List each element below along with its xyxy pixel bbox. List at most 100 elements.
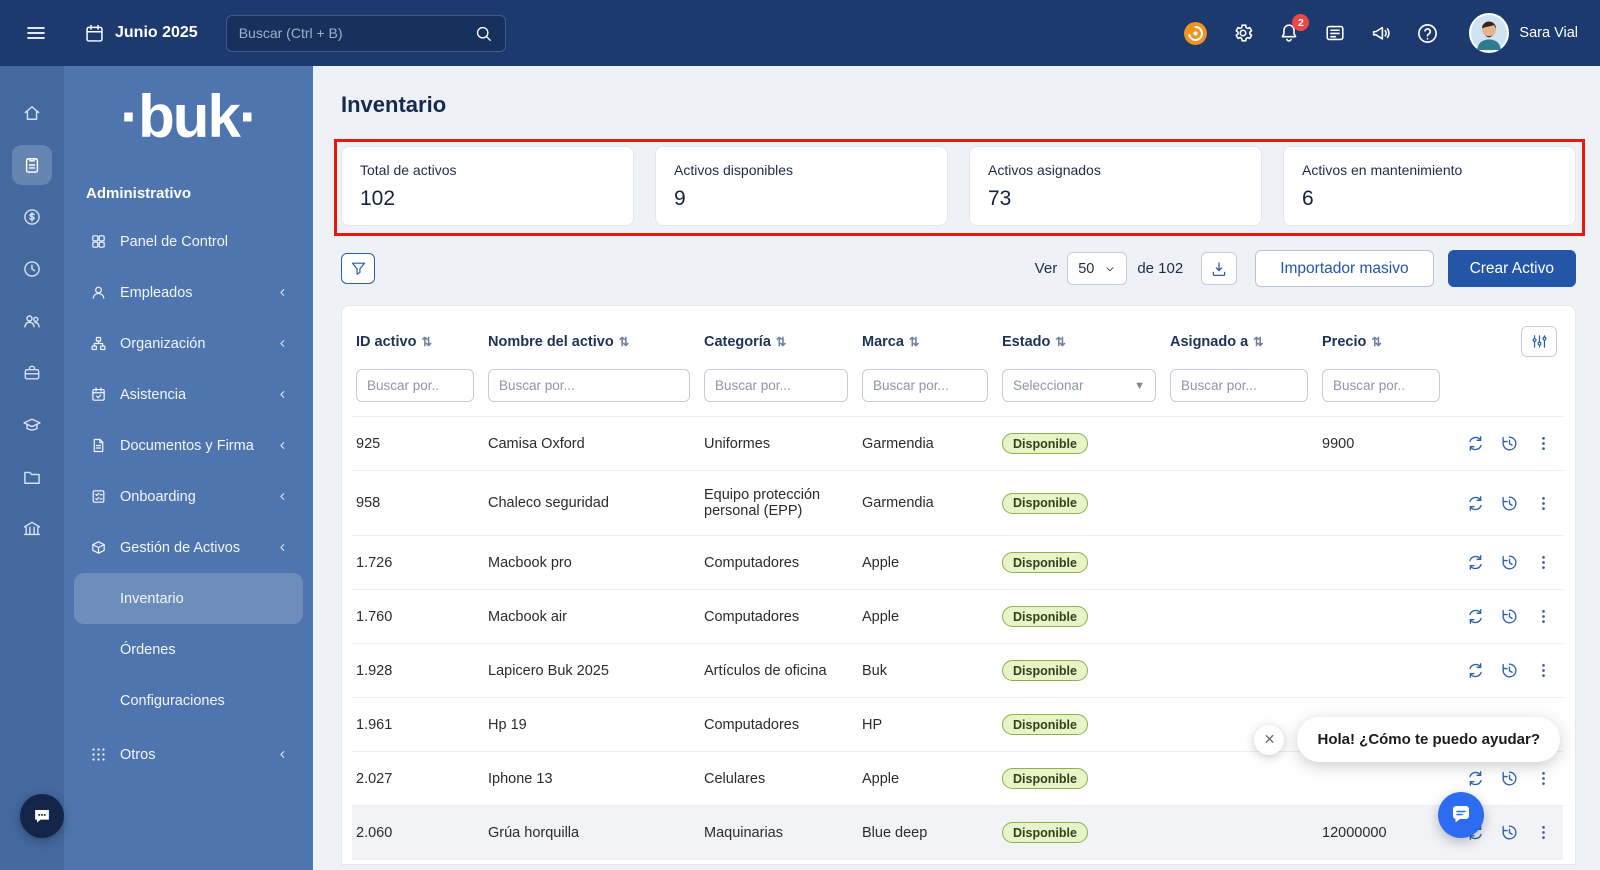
- history-icon: [1500, 661, 1519, 680]
- column-header-id[interactable]: ID activo⇅: [352, 310, 484, 369]
- history-icon: [1500, 769, 1519, 788]
- graduation-cap-icon: [22, 415, 42, 435]
- filter-input-precio[interactable]: [1322, 369, 1440, 402]
- cell-price: [1318, 471, 1450, 536]
- table-row[interactable]: 2.060Grúa horquillaMaquinariasBlue deepD…: [352, 806, 1563, 860]
- row-menu-button[interactable]: [1534, 607, 1553, 626]
- refresh-icon: [1466, 434, 1485, 453]
- kebab-menu-icon: [1534, 823, 1553, 842]
- announcements-button[interactable]: [1370, 22, 1392, 44]
- filter-input-asignado[interactable]: [1170, 369, 1308, 402]
- history-button[interactable]: [1500, 607, 1519, 626]
- hamburger-menu-button[interactable]: [24, 21, 48, 45]
- package-icon: [90, 539, 107, 556]
- create-asset-button[interactable]: Crear Activo: [1448, 250, 1576, 287]
- support-launcher-button[interactable]: [20, 794, 64, 838]
- row-menu-button[interactable]: [1534, 661, 1553, 680]
- column-header-nombre[interactable]: Nombre del activo⇅: [484, 310, 700, 369]
- change-status-button[interactable]: [1466, 607, 1485, 626]
- rail-item-education[interactable]: [12, 405, 52, 445]
- cell-category: Computadores: [700, 698, 858, 752]
- row-menu-button[interactable]: [1534, 434, 1553, 453]
- rail-item-time[interactable]: [12, 249, 52, 289]
- table-row[interactable]: 1.726Macbook proComputadoresAppleDisponi…: [352, 536, 1563, 590]
- rail-item-people[interactable]: [12, 301, 52, 341]
- change-status-button[interactable]: [1466, 494, 1485, 513]
- row-menu-button[interactable]: [1534, 553, 1553, 572]
- row-menu-button[interactable]: [1534, 494, 1553, 513]
- settings-button[interactable]: [1232, 22, 1254, 44]
- change-status-button[interactable]: [1466, 434, 1485, 453]
- filter-input-nombre[interactable]: [488, 369, 690, 402]
- change-status-button[interactable]: [1466, 769, 1485, 788]
- rail-item-payroll[interactable]: [12, 197, 52, 237]
- sidebar-item-label: Gestión de Activos: [120, 540, 240, 556]
- user-menu[interactable]: Sara Vial: [1469, 13, 1578, 53]
- column-header-estado[interactable]: Estado⇅: [998, 310, 1166, 369]
- rail-item-home[interactable]: [12, 93, 52, 133]
- rail-item-briefcase[interactable]: [12, 353, 52, 393]
- column-header-asignado[interactable]: Asignado a⇅: [1166, 310, 1318, 369]
- change-status-button[interactable]: [1466, 553, 1485, 572]
- row-actions: [1454, 661, 1557, 680]
- sidebar-item-documentos-y-firma[interactable]: Documentos y Firma: [64, 420, 313, 471]
- filter-select-estado[interactable]: Seleccionar▼: [1002, 369, 1156, 402]
- table-header-row: ID activo⇅ Nombre del activo⇅ Categoría⇅…: [352, 310, 1563, 369]
- news-button[interactable]: [1324, 22, 1346, 44]
- global-search-input[interactable]: [239, 25, 474, 41]
- sidebar-item-organizacion[interactable]: Organización: [64, 318, 313, 369]
- filter-input-id[interactable]: [356, 369, 474, 402]
- sidebar-item-asistencia[interactable]: Asistencia: [64, 369, 313, 420]
- cell-price: [1318, 590, 1450, 644]
- table-row[interactable]: 1.760Macbook airComputadoresAppleDisponi…: [352, 590, 1563, 644]
- user-name: Sara Vial: [1519, 25, 1578, 41]
- table-row[interactable]: 925Camisa OxfordUniformesGarmendiaDispon…: [352, 417, 1563, 471]
- buk-logo[interactable]: ·buk·: [64, 82, 313, 151]
- table-row[interactable]: 2.09322 pulgadasMonitoresSamsungDisponib…: [352, 860, 1563, 870]
- page-size-select[interactable]: 50: [1067, 252, 1127, 285]
- sidebar-item-empleados[interactable]: Empleados: [64, 267, 313, 318]
- history-button[interactable]: [1500, 553, 1519, 572]
- assistant-button[interactable]: [1183, 21, 1208, 46]
- sidebar-item-onboarding[interactable]: Onboarding: [64, 471, 313, 522]
- sidebar-subitem-label: Configuraciones: [120, 693, 225, 709]
- row-menu-button[interactable]: [1534, 769, 1553, 788]
- sidebar-item-gestion-de-activos[interactable]: Gestión de Activos: [64, 522, 313, 573]
- filter-input-marca[interactable]: [862, 369, 988, 402]
- kebab-menu-icon: [1534, 553, 1553, 572]
- rail-item-assets[interactable]: [12, 145, 52, 185]
- sidebar-item-otros[interactable]: Otros: [64, 729, 313, 780]
- chat-close-button[interactable]: ✕: [1254, 725, 1284, 755]
- row-menu-button[interactable]: [1534, 823, 1553, 842]
- history-button[interactable]: [1500, 494, 1519, 513]
- chevron-left-icon: [276, 439, 289, 452]
- table-row[interactable]: 958Chaleco seguridadEquipo protección pe…: [352, 471, 1563, 536]
- filter-input-categoria[interactable]: [704, 369, 848, 402]
- cell-name: 22 pulgadas: [484, 860, 700, 870]
- rail-item-company[interactable]: [12, 509, 52, 549]
- history-button[interactable]: [1500, 769, 1519, 788]
- filter-button[interactable]: [341, 253, 375, 284]
- sidebar-item-panel-de-control[interactable]: Panel de Control: [64, 216, 313, 267]
- table-row[interactable]: 1.928Lapicero Buk 2025Artículos de ofici…: [352, 644, 1563, 698]
- change-status-button[interactable]: [1466, 661, 1485, 680]
- date-picker[interactable]: Junio 2025: [84, 23, 198, 44]
- column-header-precio[interactable]: Precio⇅: [1318, 310, 1450, 369]
- chat-fab-button[interactable]: [1438, 792, 1484, 838]
- history-button[interactable]: [1500, 434, 1519, 453]
- help-button[interactable]: [1416, 22, 1439, 45]
- column-header-categoria[interactable]: Categoría⇅: [700, 310, 858, 369]
- help-icon: [1416, 22, 1439, 45]
- row-actions: [1454, 494, 1557, 513]
- history-button[interactable]: [1500, 823, 1519, 842]
- sidebar-subitem-ordenes[interactable]: Órdenes: [64, 624, 313, 675]
- history-button[interactable]: [1500, 661, 1519, 680]
- rail-item-folder[interactable]: [12, 457, 52, 497]
- cell-id: 2.060: [352, 806, 484, 860]
- column-header-marca[interactable]: Marca⇅: [858, 310, 998, 369]
- column-settings-button[interactable]: [1521, 326, 1557, 357]
- sidebar-subitem-inventario[interactable]: Inventario: [74, 573, 303, 624]
- sidebar-subitem-configuraciones[interactable]: Configuraciones: [64, 675, 313, 726]
- bulk-import-button[interactable]: Importador masivo: [1255, 250, 1433, 287]
- download-button[interactable]: [1201, 252, 1237, 285]
